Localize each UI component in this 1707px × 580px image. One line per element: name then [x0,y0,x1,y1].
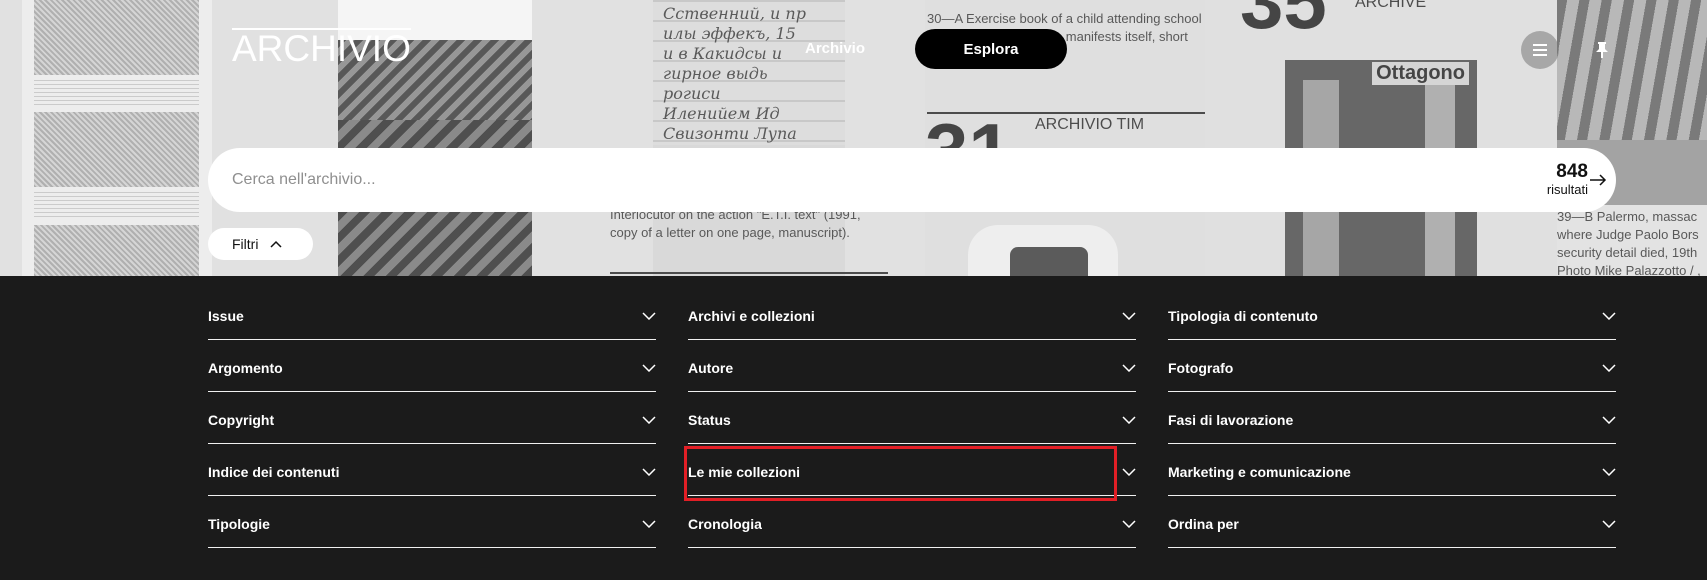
filters-toggle-label: Filtri [232,236,259,252]
filter-tipologie[interactable]: Tipologie [208,496,656,548]
filter-indice-dei-contenuti[interactable]: Indice dei contenuti [208,444,656,496]
chevron-down-icon [1122,519,1136,528]
archivio-logo[interactable]: ARCHIVIO [232,28,411,67]
arrow-right-icon[interactable] [1588,170,1608,190]
pin-button[interactable] [1583,31,1621,69]
filter-le-mie-collezioni[interactable]: Le mie collezioni [688,444,1136,496]
chevron-down-icon [1602,519,1616,528]
chevron-down-icon [642,519,656,528]
filter-label: Indice dei contenuti [208,463,340,480]
filter-label: Tipologie [208,515,270,532]
filter-label: Cronologia [688,515,762,532]
filter-label: Copyright [208,411,275,428]
filter-cronologia[interactable]: Cronologia [688,496,1136,548]
filter-label: Tipologia di contenuto [1168,307,1318,324]
filter-label: Status [688,411,731,428]
results-number: 848 [1556,161,1588,182]
results-label: risultati [1546,182,1588,197]
chevron-down-icon [642,363,656,372]
filter-archivi-e-collezioni[interactable]: Archivi e collezioni [688,288,1136,340]
hamburger-icon [1533,44,1547,56]
filter-label: Autore [688,359,734,376]
chevron-down-icon [1602,467,1616,476]
search-input[interactable] [232,164,1412,196]
chevron-down-icon [1602,363,1616,372]
chevron-down-icon [1122,311,1136,320]
filter-issue[interactable]: Issue [208,288,656,340]
chevron-down-icon [1122,415,1136,424]
filter-fasi-di-lavorazione[interactable]: Fasi di lavorazione [1168,392,1616,444]
filter-label: Issue [208,307,244,324]
nav-esplora-button[interactable]: Esplora [915,29,1067,69]
chevron-down-icon [642,415,656,424]
chevron-down-icon [1122,363,1136,372]
chevron-down-icon [1602,311,1616,320]
filter-ordina-per[interactable]: Ordina per [1168,496,1616,548]
chevron-down-icon [642,311,656,320]
results-count: 848 risultati [1546,161,1588,198]
filter-status[interactable]: Status [688,392,1136,444]
chevron-down-icon [1122,467,1136,476]
chevron-down-icon [1602,415,1616,424]
filter-label: Le mie collezioni [688,463,801,480]
filter-marketing-e-comunicazione[interactable]: Marketing e comunicazione [1168,444,1616,496]
filter-label: Argomento [208,359,283,376]
filter-argomento[interactable]: Argomento [208,340,656,392]
nav-archivio-link[interactable]: Archivio [805,40,865,57]
filter-tipologia-di-contenuto[interactable]: Tipologia di contenuto [1168,288,1616,340]
filter-label: Marketing e comunicazione [1168,463,1351,480]
filters-toggle-button[interactable]: Filtri [208,228,313,260]
chevron-down-icon [642,467,656,476]
pin-icon [1596,42,1608,58]
filter-label: Fotografo [1168,359,1234,376]
filter-label: Ordina per [1168,515,1239,532]
filter-copyright[interactable]: Copyright [208,392,656,444]
filter-fotografo[interactable]: Fotografo [1168,340,1616,392]
search-bar[interactable]: 848 risultati [208,148,1616,212]
menu-button[interactable] [1521,31,1559,69]
filter-autore[interactable]: Autore [688,340,1136,392]
filter-label: Fasi di lavorazione [1168,411,1294,428]
filter-label: Archivi e collezioni [688,307,815,324]
chevron-up-icon [270,240,282,248]
